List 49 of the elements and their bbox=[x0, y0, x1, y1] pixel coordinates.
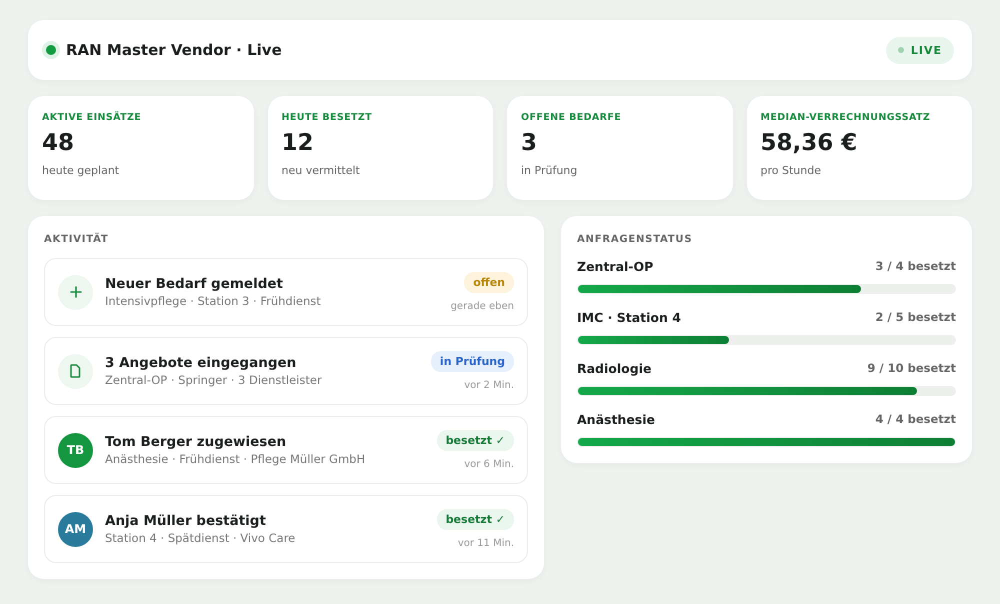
activity-detail: Zentral-OP · Springer · 3 Dienstleister bbox=[105, 373, 322, 387]
timestamp: vor 6 Min. bbox=[464, 459, 514, 470]
timestamp: vor 11 Min. bbox=[458, 538, 514, 549]
stat-caption: in Prüfung bbox=[521, 164, 578, 177]
stat-caption: heute geplant bbox=[42, 164, 120, 177]
avatar: TB bbox=[58, 432, 93, 468]
stat-value: 58,36 € bbox=[760, 130, 858, 156]
stat-value: 48 bbox=[42, 130, 74, 156]
activity-detail: Anästhesie · Frühdienst · Pflege Müller GmbH bbox=[105, 452, 366, 466]
fill-reading: 3 / 4 besetzt bbox=[875, 259, 956, 274]
status-dot bbox=[46, 45, 56, 55]
department-name: IMC · Station 4 bbox=[577, 310, 681, 325]
department-name: Radiologie bbox=[577, 361, 652, 376]
timestamp: vor 2 Min. bbox=[464, 380, 514, 391]
avatar: AM bbox=[58, 512, 93, 546]
stat-value: 3 bbox=[521, 130, 538, 156]
page-title: RAN Master Vendor · Live bbox=[66, 41, 282, 59]
stat-label: HEUTE BESETZT bbox=[282, 112, 372, 123]
fill-reading: 9 / 10 besetzt bbox=[867, 361, 956, 376]
stat-label: AKTIVE EINSÄTZE bbox=[42, 112, 142, 123]
status-badge: besetzt ✓ bbox=[436, 430, 514, 451]
activity-item[interactable]: AM Anja Müller bestätigt Station 4 · Spätdienst · Vivo Care besetzt ✓ vor 11 Min. bbox=[44, 495, 528, 563]
stat-value: 12 bbox=[282, 130, 314, 156]
document-icon bbox=[70, 364, 81, 378]
activity-item[interactable]: 3 Angebote eingegangen Zentral-OP · Springer · 3 Dienstleister in Prüfung vor 2 Min. bbox=[44, 337, 528, 405]
stat-caption: neu vermittelt bbox=[282, 164, 360, 177]
plus-icon bbox=[70, 286, 82, 298]
activity-title: Neuer Bedarf gemeldet bbox=[105, 276, 283, 292]
activity-detail: Station 4 · Spätdienst · Vivo Care bbox=[105, 531, 296, 545]
activity-title: Anja Müller bestätigt bbox=[105, 513, 266, 529]
department-name: Zentral-OP bbox=[577, 259, 654, 274]
department-name: Anästhesie bbox=[577, 412, 656, 427]
fill-reading: 2 / 5 besetzt bbox=[875, 310, 956, 325]
activity-detail: Intensivpflege · Station 3 · Frühdienst bbox=[105, 294, 321, 308]
activity-title: Tom Berger zugewiesen bbox=[105, 434, 286, 450]
stat-caption: pro Stunde bbox=[760, 164, 821, 177]
timestamp: gerade eben bbox=[450, 301, 514, 312]
status-badge: in Prüfung bbox=[430, 351, 514, 372]
live-badge: LIVE bbox=[886, 36, 954, 64]
activity-item[interactable]: TB Tom Berger zugewiesen Anästhesie · Frühdienst · Pflege Müller GmbH besetzt ✓ vor 6 Min. bbox=[44, 416, 528, 484]
panel-title: AKTIVITÄT bbox=[44, 234, 109, 245]
stat-label: MEDIAN-VERRECHNUNGSSATZ bbox=[760, 112, 930, 123]
stat-label: OFFENE BEDARFE bbox=[521, 112, 622, 123]
activity-title: 3 Angebote eingegangen bbox=[105, 355, 296, 371]
panel-title: ANFRAGENSTATUS bbox=[577, 234, 692, 245]
activity-item[interactable]: Neuer Bedarf gemeldet Intensivpflege · Station 3 · Frühdienst offen gerade eben bbox=[44, 258, 528, 326]
fill-reading: 4 / 4 besetzt bbox=[875, 412, 956, 427]
status-badge: besetzt ✓ bbox=[436, 509, 514, 530]
status-badge: offen bbox=[464, 272, 514, 293]
